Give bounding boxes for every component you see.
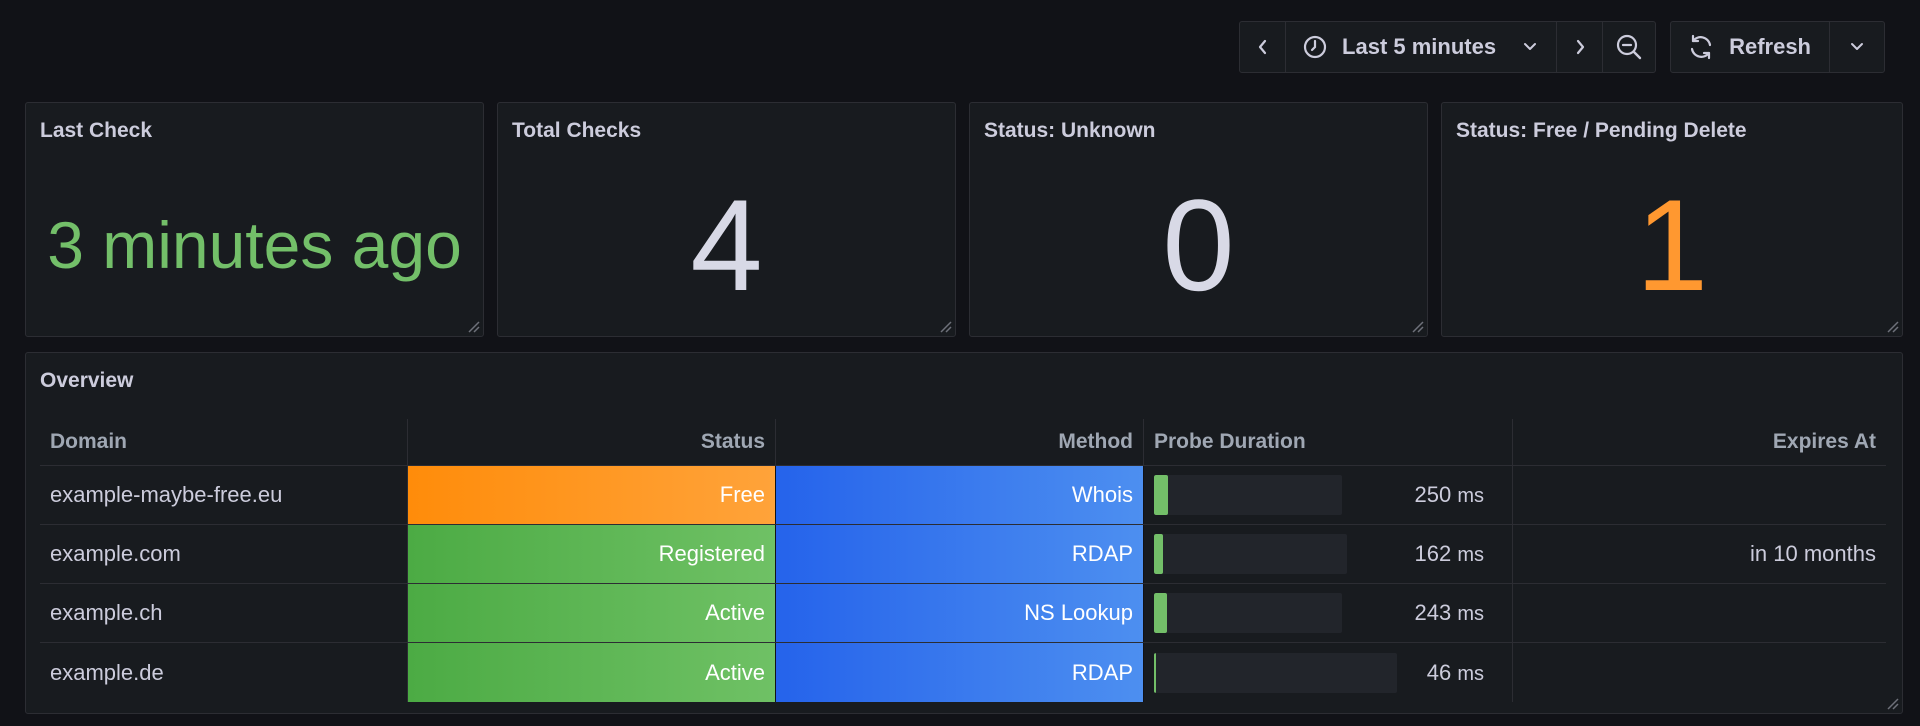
stat-panel-status-unknown[interactable]: Status: Unknown 0 xyxy=(969,102,1428,337)
status-cell: Free xyxy=(408,466,776,524)
method-cell: RDAP xyxy=(776,643,1144,702)
table-row: example.de Active RDAP 46 ms xyxy=(40,643,1886,702)
expires-cell xyxy=(1513,466,1886,524)
time-range-label: Last 5 minutes xyxy=(1342,34,1497,59)
method-cell: RDAP xyxy=(776,525,1144,583)
probe-duration-cell: 243 ms xyxy=(1144,584,1513,642)
table-body: example-maybe-free.eu Free Whois 250 ms … xyxy=(40,466,1886,702)
expires-cell xyxy=(1513,643,1886,702)
gauge-track xyxy=(1154,534,1347,574)
probe-duration-gauge: 250 ms xyxy=(1154,475,1502,515)
stat-value: 1 xyxy=(1635,171,1709,318)
panel-title: Total Checks xyxy=(512,119,642,142)
resize-handle-icon[interactable] xyxy=(1885,319,1899,333)
probe-duration-label: 250 ms xyxy=(1414,482,1502,508)
time-range-forward-button[interactable] xyxy=(1557,22,1604,72)
zoom-out-button[interactable] xyxy=(1603,22,1655,72)
table-row: example-maybe-free.eu Free Whois 250 ms xyxy=(40,466,1886,525)
gauge-fill xyxy=(1154,475,1168,515)
probe-duration-cell: 46 ms xyxy=(1144,643,1513,702)
time-range-back-button[interactable] xyxy=(1240,22,1287,72)
gauge-fill xyxy=(1154,652,1157,693)
resize-handle-icon[interactable] xyxy=(938,319,952,333)
refresh-label: Refresh xyxy=(1729,34,1811,59)
domain-cell: example.de xyxy=(40,643,408,702)
probe-duration-label: 243 ms xyxy=(1414,600,1502,626)
panel-title: Overview xyxy=(40,369,134,392)
refresh-interval-dropdown[interactable] xyxy=(1830,22,1884,72)
stat-value: 3 minutes ago xyxy=(47,207,462,282)
probe-duration-gauge: 162 ms xyxy=(1154,534,1502,574)
zoom-out-icon xyxy=(1616,34,1642,60)
panel-title: Status: Free / Pending Delete xyxy=(1456,119,1747,142)
overview-table: Domain Status Method Probe Duration Expi… xyxy=(40,419,1886,702)
time-range-picker[interactable]: Last 5 minutes xyxy=(1286,22,1558,72)
probe-unit: ms xyxy=(1457,544,1484,566)
domain-cell: example.com xyxy=(40,525,408,583)
expires-cell: in 10 months xyxy=(1750,541,1876,566)
stat-panel-status-free[interactable]: Status: Free / Pending Delete 1 xyxy=(1441,102,1903,337)
domain-cell: example.ch xyxy=(40,584,408,642)
column-header-expires-at[interactable]: Expires At xyxy=(1513,419,1886,465)
gauge-track xyxy=(1154,593,1342,633)
column-header-probe-duration[interactable]: Probe Duration xyxy=(1144,419,1513,465)
probe-duration-gauge: 46 ms xyxy=(1154,652,1502,693)
probe-duration-label: 162 ms xyxy=(1414,541,1502,567)
stat-panel-last-check[interactable]: Last Check 3 minutes ago xyxy=(25,102,484,337)
column-header-status[interactable]: Status xyxy=(408,419,776,465)
probe-unit: ms xyxy=(1457,662,1484,685)
stat-value: 4 xyxy=(690,171,763,318)
chevron-down-icon xyxy=(1524,43,1537,50)
chevron-left-icon xyxy=(1258,39,1266,55)
refresh-icon xyxy=(1690,34,1712,60)
table-row: example.com Registered RDAP 162 ms in 10… xyxy=(40,525,1886,584)
probe-unit: ms xyxy=(1457,603,1484,625)
probe-duration-cell: 162 ms xyxy=(1144,525,1513,583)
stat-panel-total-checks[interactable]: Total Checks 4 xyxy=(497,102,956,337)
stat-value: 0 xyxy=(1162,171,1235,318)
overview-panel[interactable]: Overview Domain Status Method Probe Dura… xyxy=(25,352,1903,714)
table-header-row: Domain Status Method Probe Duration Expi… xyxy=(40,419,1886,466)
time-picker-group: Last 5 minutes xyxy=(1239,21,1657,73)
refresh-button[interactable]: Refresh xyxy=(1671,22,1830,72)
panel-title: Last Check xyxy=(40,119,153,142)
method-cell: NS Lookup xyxy=(776,584,1144,642)
probe-value: 162 xyxy=(1414,541,1452,566)
status-cell: Active xyxy=(408,643,776,702)
gauge-track xyxy=(1154,652,1397,693)
resize-handle-icon[interactable] xyxy=(1410,319,1424,333)
probe-duration-label: 46 ms xyxy=(1427,660,1502,686)
resize-handle-icon[interactable] xyxy=(466,319,480,333)
method-cell: Whois xyxy=(776,466,1144,524)
probe-duration-gauge: 243 ms xyxy=(1154,593,1502,633)
probe-duration-cell: 250 ms xyxy=(1144,466,1513,524)
status-cell: Registered xyxy=(408,525,776,583)
dashboard-toolbar: Last 5 minutes Refresh xyxy=(1239,21,1885,73)
expires-cell xyxy=(1513,584,1886,642)
panel-title: Status: Unknown xyxy=(984,119,1156,142)
probe-value: 250 xyxy=(1414,482,1452,507)
resize-handle-icon[interactable] xyxy=(1885,696,1899,710)
clock-icon xyxy=(1303,35,1327,59)
status-cell: Active xyxy=(408,584,776,642)
chevron-down-icon xyxy=(1851,43,1863,50)
chevron-right-icon xyxy=(1576,39,1584,55)
domain-cell: example-maybe-free.eu xyxy=(40,466,408,524)
gauge-fill xyxy=(1154,593,1168,633)
probe-unit: ms xyxy=(1457,485,1484,507)
table-row: example.ch Active NS Lookup 243 ms xyxy=(40,584,1886,643)
refresh-group: Refresh xyxy=(1670,21,1885,73)
probe-value: 46 xyxy=(1426,659,1452,685)
gauge-fill xyxy=(1154,534,1163,574)
column-header-domain[interactable]: Domain xyxy=(40,419,408,465)
probe-value: 243 xyxy=(1414,600,1452,625)
column-header-method[interactable]: Method xyxy=(776,419,1144,465)
gauge-track xyxy=(1154,475,1342,515)
